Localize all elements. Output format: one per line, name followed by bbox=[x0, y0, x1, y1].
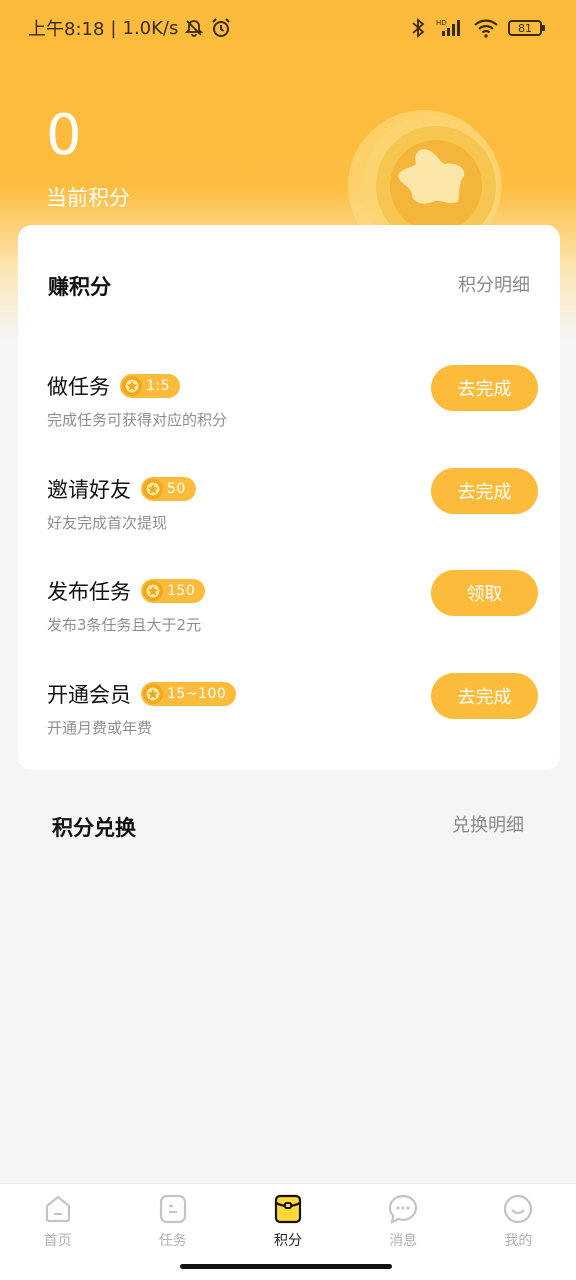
bluetooth-icon bbox=[410, 18, 426, 38]
points-badge: 1:5 bbox=[120, 374, 181, 398]
points-badge-value: 50 bbox=[167, 481, 186, 497]
task-item: 开通会员 15~100 开通月费或年费 去完成 bbox=[18, 673, 560, 759]
task-item: 发布任务 150 发布3条任务且大于2元 领取 bbox=[18, 570, 560, 656]
coin-star-icon bbox=[340, 98, 520, 262]
network-speed: 1.0K/s bbox=[122, 17, 179, 39]
current-points-value: 0 bbox=[46, 103, 82, 168]
battery-icon: 81 bbox=[508, 20, 545, 36]
invite-friends-complete-button[interactable]: 去完成 bbox=[431, 468, 538, 514]
wifi-icon bbox=[474, 18, 498, 38]
points-badge: 15~100 bbox=[141, 682, 237, 706]
alarm-icon bbox=[210, 17, 232, 39]
task-description: 好友完成首次提现 bbox=[47, 514, 168, 532]
coin-icon bbox=[143, 581, 163, 601]
task-description: 发布3条任务且大于2元 bbox=[47, 616, 202, 634]
points-badge-value: 15~100 bbox=[167, 686, 227, 702]
coin-icon bbox=[143, 684, 163, 704]
earn-points-title: 赚积分 bbox=[48, 275, 111, 299]
do-task-complete-button[interactable]: 去完成 bbox=[431, 365, 538, 411]
status-separator: | bbox=[110, 17, 117, 39]
tab-label: 消息 bbox=[389, 1233, 418, 1249]
battery-level: 81 bbox=[518, 21, 532, 35]
svg-text:HD: HD bbox=[436, 19, 447, 27]
mute-icon bbox=[184, 18, 204, 38]
task-name: 发布任务 bbox=[47, 580, 131, 604]
status-bar: 上午8:18 | 1.0K/s HD 81 bbox=[0, 0, 576, 56]
profile-icon bbox=[501, 1192, 535, 1226]
task-name: 开通会员 bbox=[47, 683, 131, 707]
message-icon bbox=[386, 1192, 420, 1226]
points-badge-value: 150 bbox=[167, 583, 196, 599]
tab-profile[interactable]: 我的 bbox=[461, 1192, 576, 1280]
task-item: 邀请好友 50 好友完成首次提现 去完成 bbox=[18, 468, 560, 554]
tab-label: 积分 bbox=[273, 1233, 302, 1249]
home-indicator bbox=[180, 1264, 392, 1269]
task-description: 开通月费或年费 bbox=[47, 719, 153, 737]
earn-points-card: 赚积分 积分明细 做任务 1:5 完成任务可获得对应的积分 去完成 邀请好友 5… bbox=[18, 225, 560, 770]
hd-signal-icon: HD bbox=[436, 18, 464, 38]
exchange-detail-link[interactable]: 兑换明细 bbox=[452, 811, 524, 837]
current-points-label: 当前积分 bbox=[46, 186, 130, 210]
tab-label: 首页 bbox=[43, 1233, 72, 1249]
task-item: 做任务 1:5 完成任务可获得对应的积分 去完成 bbox=[18, 365, 560, 451]
points-wallet-icon bbox=[271, 1192, 305, 1226]
task-name: 邀请好友 bbox=[47, 478, 131, 502]
points-badge: 50 bbox=[141, 477, 196, 501]
coin-icon bbox=[143, 479, 163, 499]
publish-task-claim-button[interactable]: 领取 bbox=[431, 570, 538, 616]
earn-card-header: 赚积分 积分明细 bbox=[18, 225, 560, 343]
points-exchange-title: 积分兑换 bbox=[52, 816, 136, 840]
task-icon bbox=[156, 1192, 190, 1226]
open-membership-complete-button[interactable]: 去完成 bbox=[431, 673, 538, 719]
task-name: 做任务 bbox=[47, 375, 110, 399]
points-badge-value: 1:5 bbox=[146, 378, 171, 394]
points-detail-link[interactable]: 积分明细 bbox=[458, 271, 530, 297]
tab-home[interactable]: 首页 bbox=[0, 1192, 115, 1280]
status-time: 上午8:18 bbox=[28, 19, 105, 40]
task-description: 完成任务可获得对应的积分 bbox=[47, 411, 228, 429]
tab-label: 任务 bbox=[158, 1233, 187, 1249]
home-icon bbox=[41, 1192, 75, 1226]
coin-icon bbox=[122, 376, 142, 396]
tab-label: 我的 bbox=[504, 1233, 533, 1249]
points-badge: 150 bbox=[141, 579, 206, 603]
